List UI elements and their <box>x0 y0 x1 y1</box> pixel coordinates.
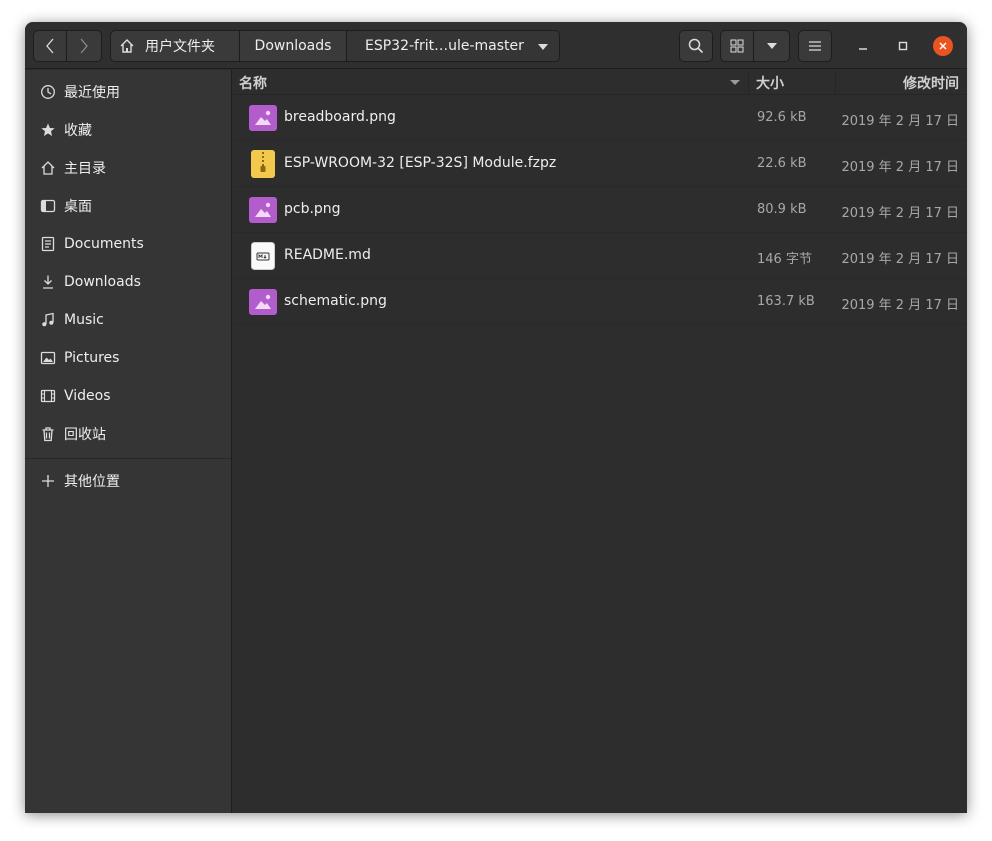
sidebar-item-starred[interactable]: 收藏 <box>25 112 231 148</box>
breadcrumb-downloads-label: Downloads <box>254 38 332 54</box>
file-name: pcb.png <box>284 201 341 217</box>
sidebar-item-label: Videos <box>64 388 111 404</box>
breadcrumb-home-label: 用户文件夹 <box>145 39 215 55</box>
sidebar-item-desktop[interactable]: 桌面 <box>25 188 231 224</box>
column-header-size[interactable]: 大小 <box>756 73 784 93</box>
sidebar-item-music[interactable]: Music <box>25 302 231 338</box>
search-icon <box>688 38 704 54</box>
forward-button[interactable] <box>67 30 102 62</box>
sidebar-item-home[interactable]: 主目录 <box>25 150 231 186</box>
image-file-icon <box>249 105 277 131</box>
breadcrumb-home[interactable]: 用户文件夹 <box>110 30 240 62</box>
sidebar-item-pictures[interactable]: Pictures <box>25 340 231 376</box>
table-row[interactable]: pcb.png 80.9 kB 2019 年 2 月 17 日 <box>233 187 967 233</box>
file-list-view: 名称 大小 修改时间 breadboard.png 92.6 kB 2019 年… <box>233 70 967 813</box>
file-name: ESP-WROOM-32 [ESP-32S] Module.fzpz <box>284 155 557 171</box>
breadcrumb-downloads[interactable]: Downloads <box>239 30 347 62</box>
minimize-icon <box>859 48 867 50</box>
column-header-name[interactable]: 名称 <box>239 73 267 93</box>
sidebar-item-label: Music <box>64 312 104 328</box>
search-button[interactable] <box>679 30 713 62</box>
maximize-icon <box>898 41 908 51</box>
sidebar-item-trash[interactable]: 回收站 <box>25 416 231 452</box>
sidebar-item-label: 主目录 <box>64 161 106 177</box>
minimize-button[interactable] <box>853 36 873 56</box>
picture-icon <box>39 349 57 367</box>
sidebar-item-label: Downloads <box>64 274 141 290</box>
download-icon <box>39 273 57 291</box>
chevron-down-icon <box>538 44 548 50</box>
image-file-icon <box>249 197 277 223</box>
video-icon <box>39 387 57 405</box>
sidebar-item-label: Documents <box>64 236 144 252</box>
grid-view-button[interactable] <box>720 30 754 62</box>
sidebar-item-label: 最近使用 <box>64 85 120 101</box>
image-file-icon <box>249 289 277 315</box>
file-manager-window: 用户文件夹 Downloads ESP32-frit…ule-master 最近… <box>25 22 967 813</box>
table-row[interactable]: ESP-WROOM-32 [ESP-32S] Module.fzpz 22.6 … <box>233 141 967 187</box>
file-modified: 2019 年 2 月 17 日 <box>841 252 959 267</box>
table-row[interactable]: README.md 146 字节 2019 年 2 月 17 日 <box>233 233 967 279</box>
breadcrumb-current-label: ESP32-frit…ule-master <box>365 38 524 54</box>
file-modified: 2019 年 2 月 17 日 <box>841 206 959 221</box>
sort-descending-icon <box>730 80 740 85</box>
close-button[interactable] <box>933 36 953 56</box>
table-row[interactable]: breadboard.png 92.6 kB 2019 年 2 月 17 日 <box>233 95 967 141</box>
music-icon <box>39 311 57 329</box>
file-size: 80.9 kB <box>757 202 807 217</box>
breadcrumb-current[interactable]: ESP32-frit…ule-master <box>346 30 560 62</box>
sidebar-item-label: Pictures <box>64 350 120 366</box>
close-icon <box>939 42 947 50</box>
menu-button[interactable] <box>798 30 832 62</box>
archive-file-icon <box>249 150 277 178</box>
desktop-icon <box>39 197 57 215</box>
star-icon <box>39 121 57 139</box>
file-modified: 2019 年 2 月 17 日 <box>841 160 959 175</box>
file-size: 146 字节 <box>757 252 812 267</box>
file-modified: 2019 年 2 月 17 日 <box>841 298 959 313</box>
trash-icon <box>39 425 57 443</box>
home-icon <box>119 38 135 54</box>
sidebar-item-label: 其他位置 <box>64 474 120 490</box>
file-name: README.md <box>284 247 371 263</box>
sidebar-item-label: 收藏 <box>64 123 92 139</box>
column-divider[interactable] <box>835 70 836 95</box>
chevron-down-icon <box>766 43 777 49</box>
sidebar-item-downloads[interactable]: Downloads <box>25 264 231 300</box>
back-button[interactable] <box>33 30 67 62</box>
sidebar-item-videos[interactable]: Videos <box>25 378 231 414</box>
file-modified: 2019 年 2 月 17 日 <box>841 114 959 129</box>
maximize-button[interactable] <box>893 36 913 56</box>
home-icon <box>39 159 57 177</box>
document-icon <box>39 235 57 253</box>
chevron-right-icon <box>80 38 88 54</box>
sidebar-item-label: 回收站 <box>64 427 106 443</box>
plus-icon <box>39 472 57 490</box>
sidebar-separator <box>25 458 231 459</box>
sidebar-item-documents[interactable]: Documents <box>25 226 231 262</box>
chevron-left-icon <box>46 38 54 54</box>
header-bar: 用户文件夹 Downloads ESP32-frit…ule-master <box>25 22 967 69</box>
sidebar: 最近使用 收藏 主目录 桌面 Documents Downloads Music <box>25 70 232 813</box>
file-size: 92.6 kB <box>757 110 807 125</box>
sidebar-item-label: 桌面 <box>64 199 92 215</box>
file-size: 163.7 kB <box>757 294 815 309</box>
file-name: schematic.png <box>284 293 387 309</box>
clock-icon <box>39 83 57 101</box>
column-divider[interactable] <box>748 70 749 95</box>
file-name: breadboard.png <box>284 109 396 125</box>
view-options-button[interactable] <box>754 30 790 62</box>
hamburger-menu-icon <box>809 41 821 51</box>
column-header-modified[interactable]: 修改时间 <box>903 73 959 93</box>
file-size: 22.6 kB <box>757 156 807 171</box>
grid-icon <box>730 39 744 53</box>
sidebar-item-other-locations[interactable]: 其他位置 <box>25 463 231 499</box>
markdown-file-icon <box>249 242 277 270</box>
table-row[interactable]: schematic.png 163.7 kB 2019 年 2 月 17 日 <box>233 279 967 325</box>
column-header: 名称 大小 修改时间 <box>233 70 967 95</box>
sidebar-item-recent[interactable]: 最近使用 <box>25 74 231 110</box>
